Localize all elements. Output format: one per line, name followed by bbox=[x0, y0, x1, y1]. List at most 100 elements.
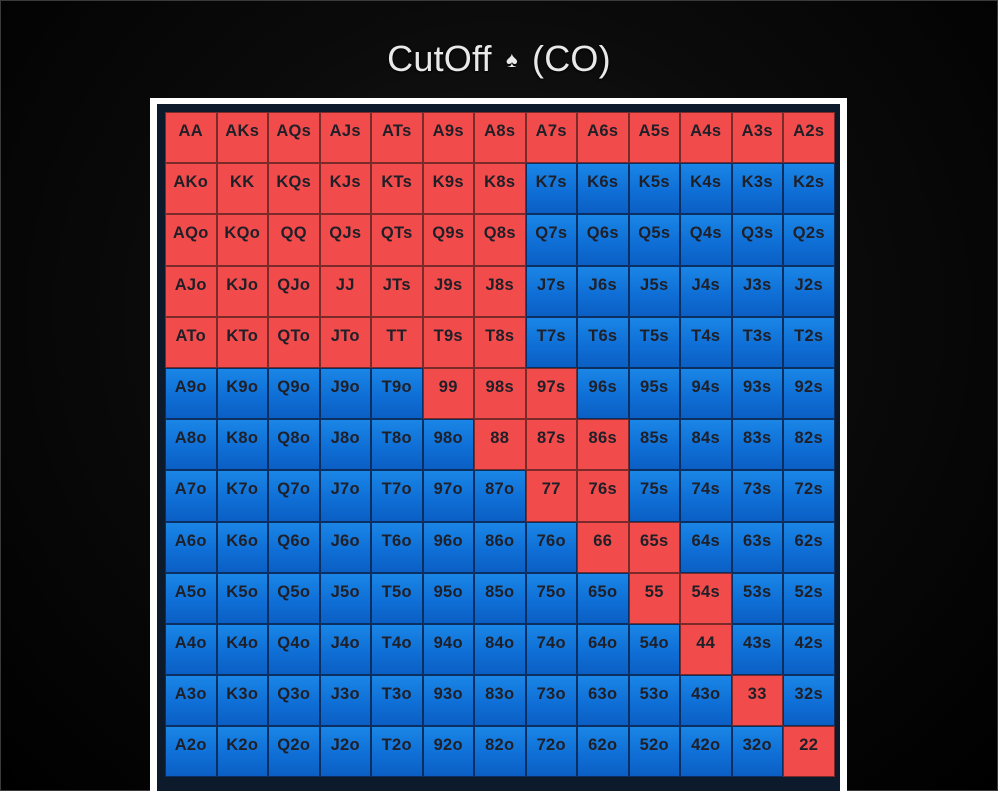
hand-cell-87s[interactable]: 87s bbox=[525, 419, 577, 471]
hand-cell-J3o[interactable]: J3o bbox=[319, 675, 371, 727]
hand-cell-64o[interactable]: 64o bbox=[577, 623, 629, 676]
hand-cell-T3o[interactable]: T3o bbox=[371, 675, 423, 727]
hand-cell-J7s[interactable]: J7s bbox=[525, 265, 577, 317]
hand-cell-75s[interactable]: 75s bbox=[628, 470, 680, 522]
hand-cell-K3s[interactable]: K3s bbox=[731, 163, 783, 215]
hand-cell-98o[interactable]: 98o bbox=[422, 419, 474, 471]
hand-cell-93o[interactable]: 93o bbox=[422, 675, 474, 727]
hand-cell-82s[interactable]: 82s bbox=[783, 419, 835, 471]
hand-cell-64s[interactable]: 64s bbox=[680, 521, 732, 573]
hand-cell-T6o[interactable]: T6o bbox=[371, 521, 423, 573]
hand-cell-J6s[interactable]: J6s bbox=[577, 265, 629, 317]
hand-cell-73s[interactable]: 73s bbox=[731, 470, 783, 522]
hand-cell-K4s[interactable]: K4s bbox=[680, 163, 732, 215]
hand-cell-KJs[interactable]: KJs bbox=[319, 163, 371, 215]
hand-cell-93s[interactable]: 93s bbox=[731, 367, 783, 420]
hand-cell-33[interactable]: 33 bbox=[731, 675, 783, 727]
hand-cell-KTo[interactable]: KTo bbox=[216, 316, 268, 368]
hand-cell-85o[interactable]: 85o bbox=[474, 572, 526, 624]
hand-cell-T5o[interactable]: T5o bbox=[371, 572, 423, 624]
hand-cell-55[interactable]: 55 bbox=[628, 572, 680, 624]
hand-cell-54o[interactable]: 54o bbox=[628, 623, 680, 676]
hand-cell-94o[interactable]: 94o bbox=[422, 623, 474, 676]
hand-cell-88[interactable]: 88 bbox=[474, 419, 526, 471]
hand-cell-J4s[interactable]: J4s bbox=[680, 265, 732, 317]
hand-cell-T4s[interactable]: T4s bbox=[680, 316, 732, 368]
hand-cell-T2o[interactable]: T2o bbox=[371, 726, 423, 778]
hand-cell-73o[interactable]: 73o bbox=[525, 675, 577, 727]
hand-cell-Q7s[interactable]: Q7s bbox=[525, 214, 577, 266]
hand-cell-A6s[interactable]: A6s bbox=[577, 112, 629, 164]
hand-cell-Q2o[interactable]: Q2o bbox=[268, 726, 320, 778]
hand-cell-Q4o[interactable]: Q4o bbox=[268, 623, 320, 676]
hand-cell-65s[interactable]: 65s bbox=[628, 521, 680, 573]
hand-cell-84o[interactable]: 84o bbox=[474, 623, 526, 676]
hand-cell-62o[interactable]: 62o bbox=[577, 726, 629, 778]
hand-cell-K6s[interactable]: K6s bbox=[577, 163, 629, 215]
hand-cell-TT[interactable]: TT bbox=[371, 316, 423, 368]
hand-cell-K3o[interactable]: K3o bbox=[216, 675, 268, 727]
hand-cell-K5o[interactable]: K5o bbox=[216, 572, 268, 624]
hand-cell-J8o[interactable]: J8o bbox=[319, 419, 371, 471]
hand-cell-JTo[interactable]: JTo bbox=[319, 316, 371, 368]
hand-cell-92s[interactable]: 92s bbox=[783, 367, 835, 420]
hand-cell-J9s[interactable]: J9s bbox=[422, 265, 474, 317]
hand-cell-AKo[interactable]: AKo bbox=[165, 163, 217, 215]
hand-cell-76s[interactable]: 76s bbox=[577, 470, 629, 522]
hand-cell-Q9s[interactable]: Q9s bbox=[422, 214, 474, 266]
hand-cell-72o[interactable]: 72o bbox=[525, 726, 577, 778]
hand-cell-J2s[interactable]: J2s bbox=[783, 265, 835, 317]
hand-cell-KTs[interactable]: KTs bbox=[371, 163, 423, 215]
hand-cell-A3s[interactable]: A3s bbox=[731, 112, 783, 164]
hand-cell-T5s[interactable]: T5s bbox=[628, 316, 680, 368]
hand-cell-62s[interactable]: 62s bbox=[783, 521, 835, 573]
hand-cell-A7o[interactable]: A7o bbox=[165, 470, 217, 522]
hand-cell-96s[interactable]: 96s bbox=[577, 367, 629, 420]
hand-cell-63s[interactable]: 63s bbox=[731, 521, 783, 573]
hand-cell-A5o[interactable]: A5o bbox=[165, 572, 217, 624]
hand-cell-J4o[interactable]: J4o bbox=[319, 623, 371, 676]
hand-cell-99[interactable]: 99 bbox=[422, 367, 474, 420]
hand-cell-A8o[interactable]: A8o bbox=[165, 419, 217, 471]
hand-cell-T6s[interactable]: T6s bbox=[577, 316, 629, 368]
hand-cell-A2s[interactable]: A2s bbox=[783, 112, 835, 164]
hand-cell-Q8o[interactable]: Q8o bbox=[268, 419, 320, 471]
hand-cell-QJo[interactable]: QJo bbox=[268, 265, 320, 317]
hand-cell-A9o[interactable]: A9o bbox=[165, 367, 217, 420]
hand-cell-95o[interactable]: 95o bbox=[422, 572, 474, 624]
hand-cell-J3s[interactable]: J3s bbox=[731, 265, 783, 317]
hand-cell-JTs[interactable]: JTs bbox=[371, 265, 423, 317]
hand-cell-Q3o[interactable]: Q3o bbox=[268, 675, 320, 727]
hand-cell-AKs[interactable]: AKs bbox=[216, 112, 268, 164]
hand-cell-J5s[interactable]: J5s bbox=[628, 265, 680, 317]
hand-cell-72s[interactable]: 72s bbox=[783, 470, 835, 522]
hand-cell-KQo[interactable]: KQo bbox=[216, 214, 268, 266]
hand-cell-T9o[interactable]: T9o bbox=[371, 367, 423, 420]
hand-cell-K2o[interactable]: K2o bbox=[216, 726, 268, 778]
hand-cell-A4o[interactable]: A4o bbox=[165, 623, 217, 676]
hand-cell-85s[interactable]: 85s bbox=[628, 419, 680, 471]
hand-cell-J8s[interactable]: J8s bbox=[474, 265, 526, 317]
hand-cell-T4o[interactable]: T4o bbox=[371, 623, 423, 676]
hand-cell-K8o[interactable]: K8o bbox=[216, 419, 268, 471]
hand-cell-AA[interactable]: AA bbox=[165, 112, 217, 164]
hand-cell-94s[interactable]: 94s bbox=[680, 367, 732, 420]
hand-cell-74s[interactable]: 74s bbox=[680, 470, 732, 522]
hand-cell-92o[interactable]: 92o bbox=[422, 726, 474, 778]
hand-cell-87o[interactable]: 87o bbox=[474, 470, 526, 522]
hand-cell-QTo[interactable]: QTo bbox=[268, 316, 320, 368]
hand-cell-AJs[interactable]: AJs bbox=[319, 112, 371, 164]
hand-cell-K7o[interactable]: K7o bbox=[216, 470, 268, 522]
hand-cell-53o[interactable]: 53o bbox=[628, 675, 680, 727]
hand-cell-K7s[interactable]: K7s bbox=[525, 163, 577, 215]
hand-cell-83s[interactable]: 83s bbox=[731, 419, 783, 471]
hand-cell-77[interactable]: 77 bbox=[525, 470, 577, 522]
hand-cell-J9o[interactable]: J9o bbox=[319, 367, 371, 420]
hand-cell-95s[interactable]: 95s bbox=[628, 367, 680, 420]
hand-cell-A5s[interactable]: A5s bbox=[628, 112, 680, 164]
hand-cell-52s[interactable]: 52s bbox=[783, 572, 835, 624]
hand-cell-22[interactable]: 22 bbox=[783, 726, 835, 778]
hand-cell-J7o[interactable]: J7o bbox=[319, 470, 371, 522]
hand-cell-66[interactable]: 66 bbox=[577, 521, 629, 573]
hand-cell-T7o[interactable]: T7o bbox=[371, 470, 423, 522]
